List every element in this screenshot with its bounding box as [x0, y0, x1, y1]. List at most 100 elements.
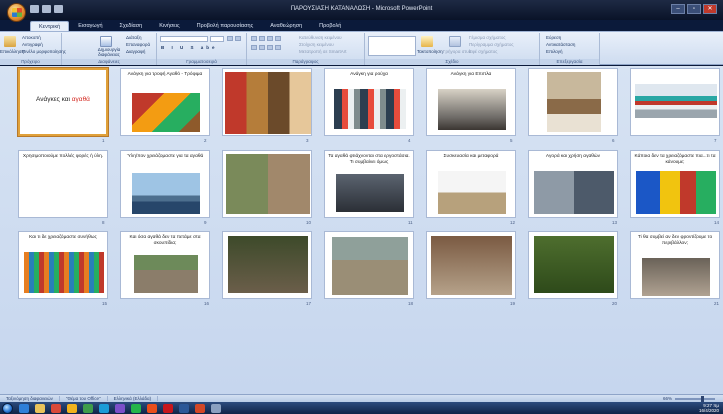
- font-size-field[interactable]: [210, 36, 224, 42]
- slide-image: [641, 257, 711, 296]
- slide-number: 14: [714, 220, 720, 225]
- numbering-icon[interactable]: [259, 36, 265, 41]
- tab-3[interactable]: Κινήσεις: [151, 21, 187, 31]
- select-button[interactable]: Επιλογή: [546, 49, 563, 54]
- tab-6[interactable]: Προβολή: [311, 21, 349, 31]
- align-right-icon[interactable]: [267, 45, 273, 50]
- slide-thumbnail[interactable]: Ανάγκη για Επιπλα: [426, 68, 516, 136]
- zoom-slider-thumb[interactable]: [701, 395, 704, 402]
- slide-title: Τα αγαθά φτιάχνονται στα εργοστάσια. Τι …: [328, 154, 410, 165]
- slide-title: Ανάγκη για τροφή Αγαθό - Τρόφιμα: [127, 72, 203, 77]
- slide-thumbnail[interactable]: [630, 68, 720, 136]
- slide-thumbnail[interactable]: Αγορά και χρήση αγαθών: [528, 150, 618, 218]
- font-name-field[interactable]: [160, 36, 208, 42]
- align-text-button[interactable]: Στοίχιση κειμένου: [299, 42, 334, 47]
- media-icon[interactable]: [51, 403, 61, 413]
- slide-thumbnail[interactable]: Χρησιμοποιούμε πολλές φορές ή ύλη.: [18, 150, 108, 218]
- text-direction-button[interactable]: Κατεύθυνση κειμένου: [299, 35, 342, 40]
- increase-indent-icon[interactable]: [275, 36, 281, 41]
- slide-thumbnail[interactable]: Κάποια δεν τα χρειαζόμαστε πια...τι τα κ…: [630, 150, 720, 218]
- minimize-button[interactable]: –: [671, 4, 685, 14]
- slide-thumbnail[interactable]: [222, 150, 312, 218]
- slide-thumbnail[interactable]: Τα αγαθά φτιάχνονται στα εργοστάσια. Τι …: [324, 150, 414, 218]
- arrange-button[interactable]: Τακτοποίηση: [417, 49, 443, 54]
- paste-button[interactable]: Επικόλληση: [0, 49, 24, 54]
- skype-icon[interactable]: [99, 403, 109, 413]
- zoom-control[interactable]: 66%: [662, 395, 715, 402]
- paint-icon[interactable]: [147, 403, 157, 413]
- taskbar-clock[interactable]: 9:27 πμ 16/4/2020: [699, 403, 719, 413]
- delete-slide-button[interactable]: Διαγραφή: [126, 49, 145, 54]
- zoom-slider[interactable]: [675, 395, 715, 402]
- powerpoint-icon[interactable]: [195, 403, 205, 413]
- format-painter-button[interactable]: Πινέλο μορφοποίησης: [22, 49, 66, 54]
- slide-thumbnail[interactable]: [222, 231, 312, 299]
- slide-number: 8: [102, 220, 105, 225]
- layout-button[interactable]: Διάταξη: [126, 35, 141, 40]
- tab-0[interactable]: Κεντρική: [30, 21, 70, 31]
- find-button[interactable]: Εύρεση: [546, 35, 561, 40]
- font-format-buttons[interactable]: B I U S abe: [161, 45, 218, 50]
- slide-image: [131, 93, 201, 132]
- slide-thumbnail[interactable]: Ύλη/πον χρειάζομαστε για τα αγαθά: [120, 150, 210, 218]
- slide-thumbnail[interactable]: [528, 231, 618, 299]
- tab-5[interactable]: Αναθεώρηση: [262, 21, 310, 31]
- slide-thumbnail[interactable]: Και τι δε χρειαζόμαστε συνήθως: [18, 231, 108, 299]
- copy-button[interactable]: Αντιγραφή: [22, 42, 43, 47]
- status-language[interactable]: Ελληνικά (Ελλάδα): [108, 396, 159, 401]
- slide-thumbnail[interactable]: Και όσα αγαθά δεν τα πετάμε στα σκουπίδι…: [120, 231, 210, 299]
- chrome-icon[interactable]: [83, 403, 93, 413]
- start-button[interactable]: [2, 402, 13, 414]
- grow-font-icon[interactable]: [227, 36, 233, 41]
- align-left-icon[interactable]: [251, 45, 257, 50]
- group-slides: Δημιουργία διαφάνειας Διάταξη Επαναφορά …: [62, 33, 157, 65]
- slide-thumbnail[interactable]: [426, 231, 516, 299]
- slide-number: 20: [612, 301, 618, 306]
- slide-thumbnail[interactable]: Ανάγκη για τροφή Αγαθό - Τρόφιμα: [120, 68, 210, 136]
- shape-outline-button[interactable]: Περίγραμμα σχήματος: [469, 42, 514, 47]
- folder-icon[interactable]: [35, 403, 45, 413]
- slide-thumbnail[interactable]: Ανάγκη για ρούχα: [324, 68, 414, 136]
- viber-icon[interactable]: [115, 403, 125, 413]
- slide-number: 15: [102, 301, 108, 306]
- slide-thumbnail[interactable]: [528, 68, 618, 136]
- quick-styles-button[interactable]: Γρήγορα στυλ: [443, 49, 471, 54]
- slide-thumbnail[interactable]: [324, 231, 414, 299]
- new-slide-button[interactable]: Δημιουργία διαφάνειας: [94, 47, 124, 57]
- word-icon[interactable]: [179, 403, 189, 413]
- slide-number: 1: [102, 138, 105, 143]
- maximize-button[interactable]: ▫: [687, 4, 701, 14]
- acrobat-icon[interactable]: [163, 403, 173, 413]
- paste-icon: [4, 36, 16, 47]
- shape-effects-button[interactable]: Εφέ σχήματος: [469, 49, 497, 54]
- ie-icon[interactable]: [19, 403, 29, 413]
- tab-4[interactable]: Προβολή παρουσίασης: [189, 21, 262, 31]
- shapes-gallery[interactable]: [368, 36, 416, 56]
- firefox-icon[interactable]: [67, 403, 77, 413]
- replace-button[interactable]: Αντικατάσταση: [546, 42, 575, 47]
- close-button[interactable]: ✕: [703, 4, 717, 14]
- slide-number: 3: [306, 138, 309, 143]
- shrink-font-icon[interactable]: [235, 36, 241, 41]
- app-icon[interactable]: [211, 403, 221, 413]
- zoom-level: 66%: [662, 396, 672, 401]
- slide-thumbnail[interactable]: Συσκευασία και μεταφορά: [426, 150, 516, 218]
- decrease-indent-icon[interactable]: [267, 36, 273, 41]
- tab-2[interactable]: Σχεδίαση: [112, 21, 151, 31]
- office-button[interactable]: [7, 3, 26, 22]
- align-center-icon[interactable]: [259, 45, 265, 50]
- slide-thumbnail[interactable]: Ti θα συμβεί αν δεν φροντίζουμε το περιβ…: [630, 231, 720, 299]
- group-label-clipboard: Πρόχειρο: [0, 59, 61, 65]
- smartart-button[interactable]: Μετατροπή σε SmartArt: [299, 49, 347, 54]
- slide-thumbnail[interactable]: [222, 68, 312, 136]
- justify-icon[interactable]: [275, 45, 281, 50]
- shape-fill-button[interactable]: Γέμισμα σχήματος: [469, 35, 506, 40]
- group-label-paragraph: Παράγραφος: [247, 59, 364, 65]
- bullets-icon[interactable]: [251, 36, 257, 41]
- slide-title: Ανάγκες και αγαθά: [22, 96, 104, 104]
- reset-button[interactable]: Επαναφορά: [126, 42, 150, 47]
- slide-thumbnail[interactable]: Ανάγκες και αγαθά: [18, 68, 108, 136]
- tab-1[interactable]: Εισαγωγή: [70, 21, 110, 31]
- whatsapp-icon[interactable]: [131, 403, 141, 413]
- cut-button[interactable]: Αποκοπή: [22, 35, 41, 40]
